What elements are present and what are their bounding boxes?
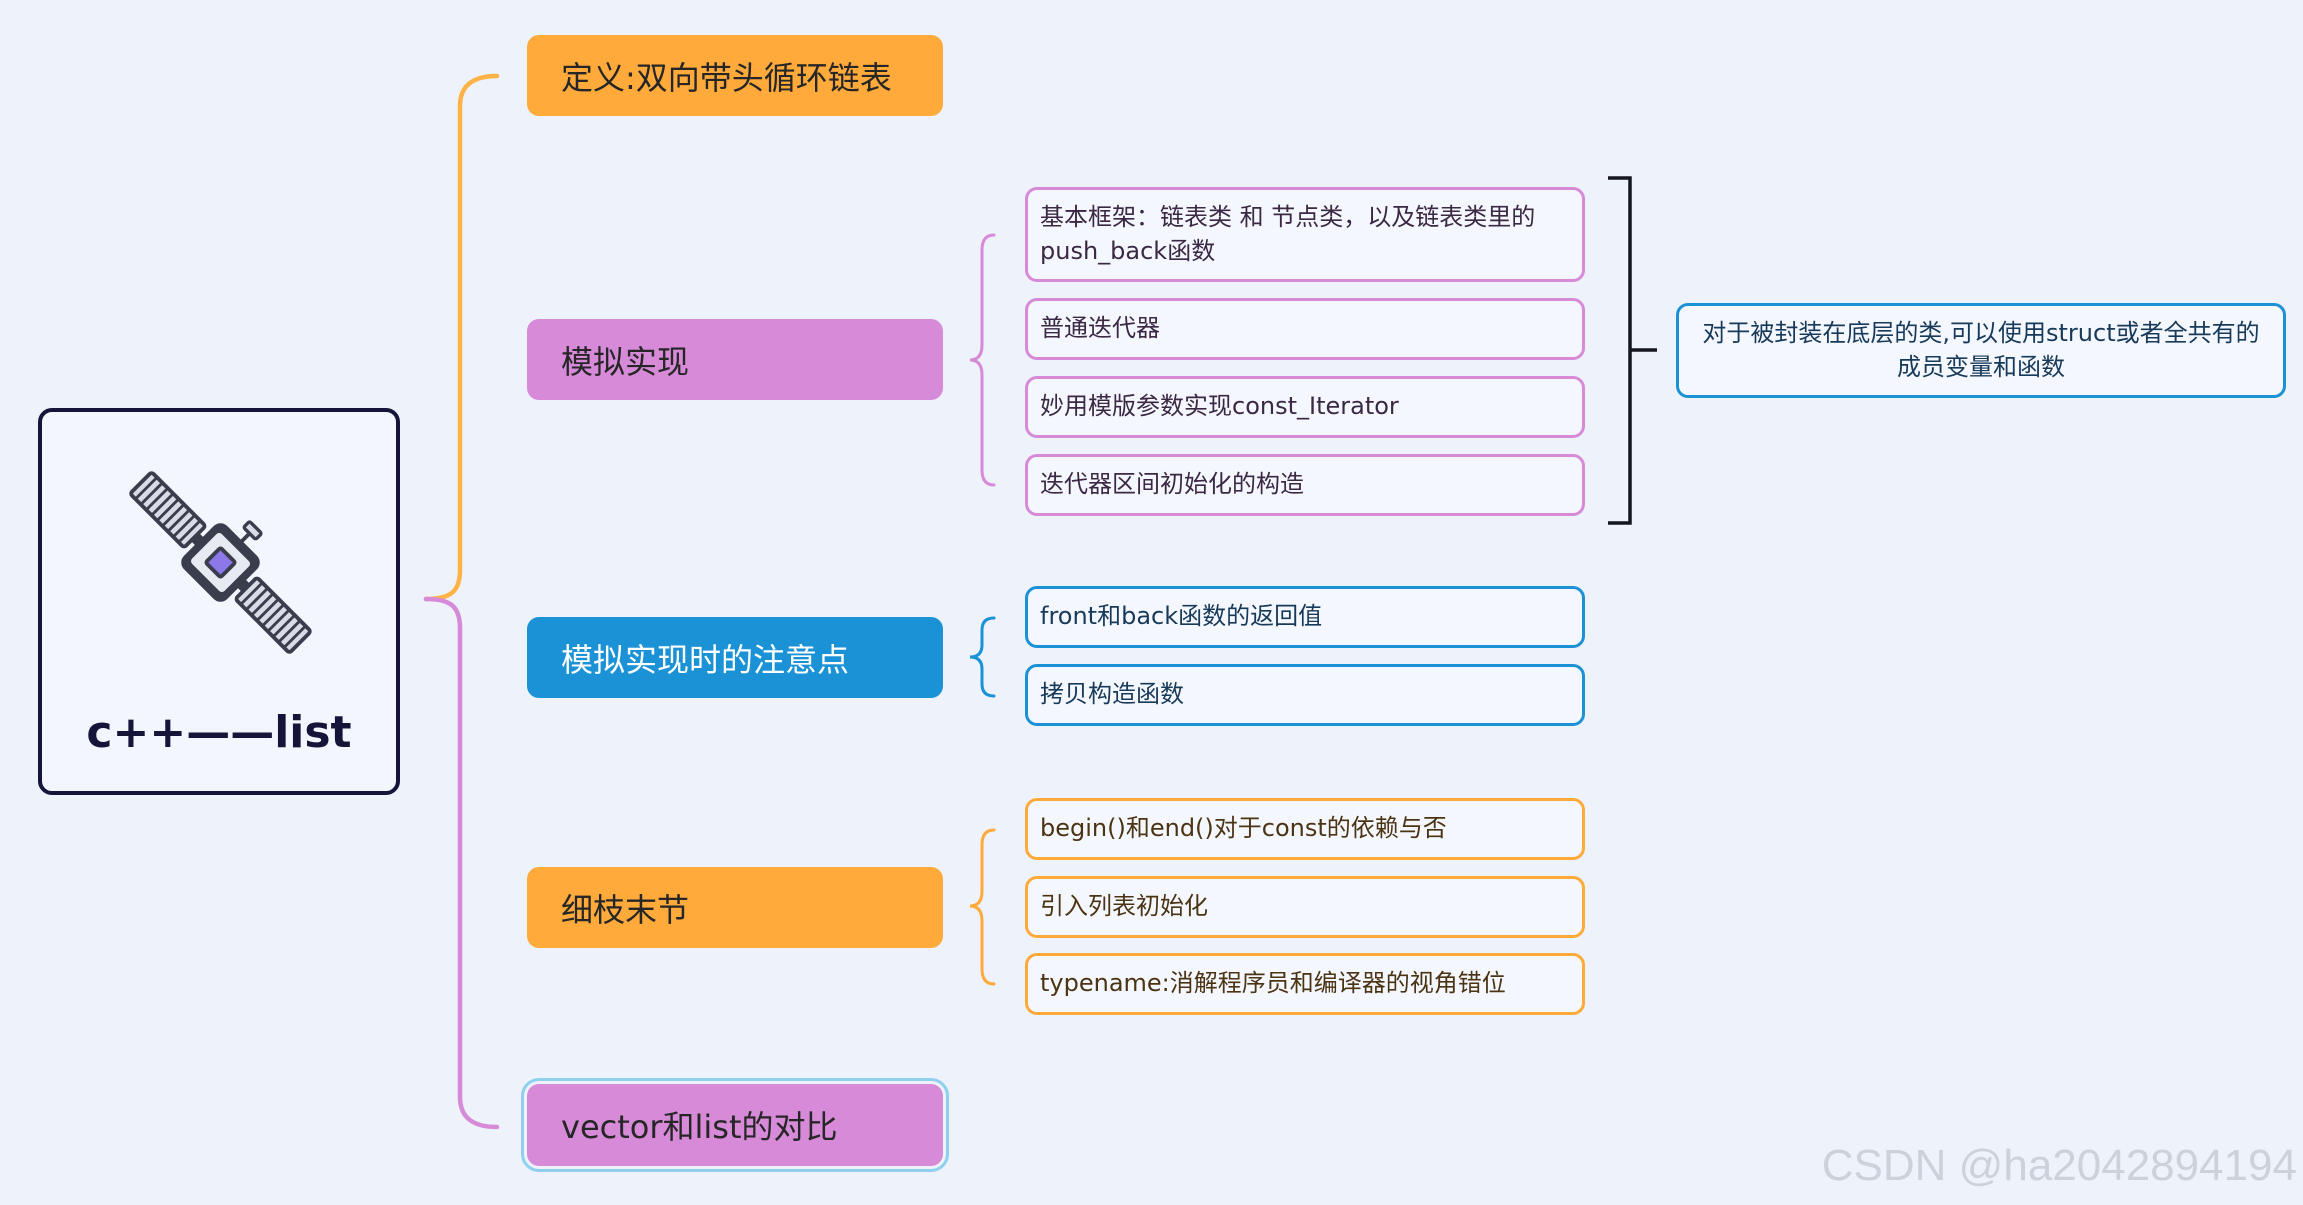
topic-vector-vs-list[interactable]: vector和list的对比	[521, 1078, 949, 1172]
brace-notes	[969, 616, 996, 698]
summary-box[interactable]: 对于被封装在底层的类,可以使用struct或者全共有的成员变量和函数	[1676, 303, 2286, 398]
mindmap-canvas: c++——list 定义:双向带头循环链表 模拟实现 模拟实现时的注意点 细枝末…	[0, 0, 2303, 1205]
subtopic-label: 拷贝构造函数	[1040, 680, 1184, 709]
subtopic-initializer-list[interactable]: 引入列表初始化	[1025, 876, 1585, 938]
watermark: CSDN @ha2042894194	[1821, 1141, 2297, 1190]
topic-label: 模拟实现时的注意点	[561, 640, 850, 679]
subtopic-label: 普通迭代器	[1040, 314, 1160, 343]
subtopic-label: 迭代器区间初始化的构造	[1040, 470, 1304, 499]
topic-label: vector和list的对比	[561, 1108, 838, 1146]
root-title: c++——list	[86, 707, 352, 758]
topic-simulation[interactable]: 模拟实现	[527, 319, 943, 400]
brace-details	[969, 828, 996, 986]
satellite-icon	[129, 471, 312, 654]
subtopic-label: typename:消解程序员和编译器的视角错位	[1040, 969, 1506, 998]
subtopic-range-constructor[interactable]: 迭代器区间初始化的构造	[1025, 454, 1585, 516]
subtopic-label: 妙用模版参数实现const_Iterator	[1040, 392, 1399, 421]
subtopic-begin-end-const[interactable]: begin()和end()对于const的依赖与否	[1025, 798, 1585, 860]
subtopic-typename[interactable]: typename:消解程序员和编译器的视角错位	[1025, 953, 1585, 1015]
subtopic-label: begin()和end()对于const的依赖与否	[1040, 814, 1447, 843]
subtopic-copy-constructor[interactable]: 拷贝构造函数	[1025, 664, 1585, 726]
connector-root-to-bottom	[423, 596, 500, 1130]
topic-notes[interactable]: 模拟实现时的注意点	[527, 617, 943, 698]
topic-details[interactable]: 细枝末节	[527, 867, 943, 948]
subtopic-label: 引入列表初始化	[1040, 892, 1208, 921]
subtopic-front-back-return[interactable]: front和back函数的返回值	[1025, 586, 1585, 648]
subtopic-normal-iterator[interactable]: 普通迭代器	[1025, 298, 1585, 360]
summary-bracket	[1608, 176, 1657, 525]
topic-label: 细枝末节	[561, 890, 690, 929]
topic-label: 模拟实现	[561, 342, 690, 381]
subtopic-const-iterator[interactable]: 妙用模版参数实现const_Iterator	[1025, 376, 1585, 438]
root-topic[interactable]: c++——list	[38, 408, 400, 795]
brace-simulation	[969, 233, 996, 487]
subtopic-label: 基本框架：链表类 和 节点类，以及链表类里的push_back函数	[1040, 203, 1536, 265]
connector-root-to-top	[423, 73, 500, 602]
topic-label: 定义:双向带头循环链表	[561, 58, 892, 97]
subtopic-basic-framework[interactable]: 基本框架：链表类 和 节点类，以及链表类里的push_back函数	[1025, 187, 1585, 282]
subtopic-label: front和back函数的返回值	[1040, 602, 1323, 631]
topic-definition[interactable]: 定义:双向带头循环链表	[527, 35, 943, 116]
summary-label: 对于被封装在底层的类,可以使用struct或者全共有的成员变量和函数	[1702, 319, 2260, 381]
